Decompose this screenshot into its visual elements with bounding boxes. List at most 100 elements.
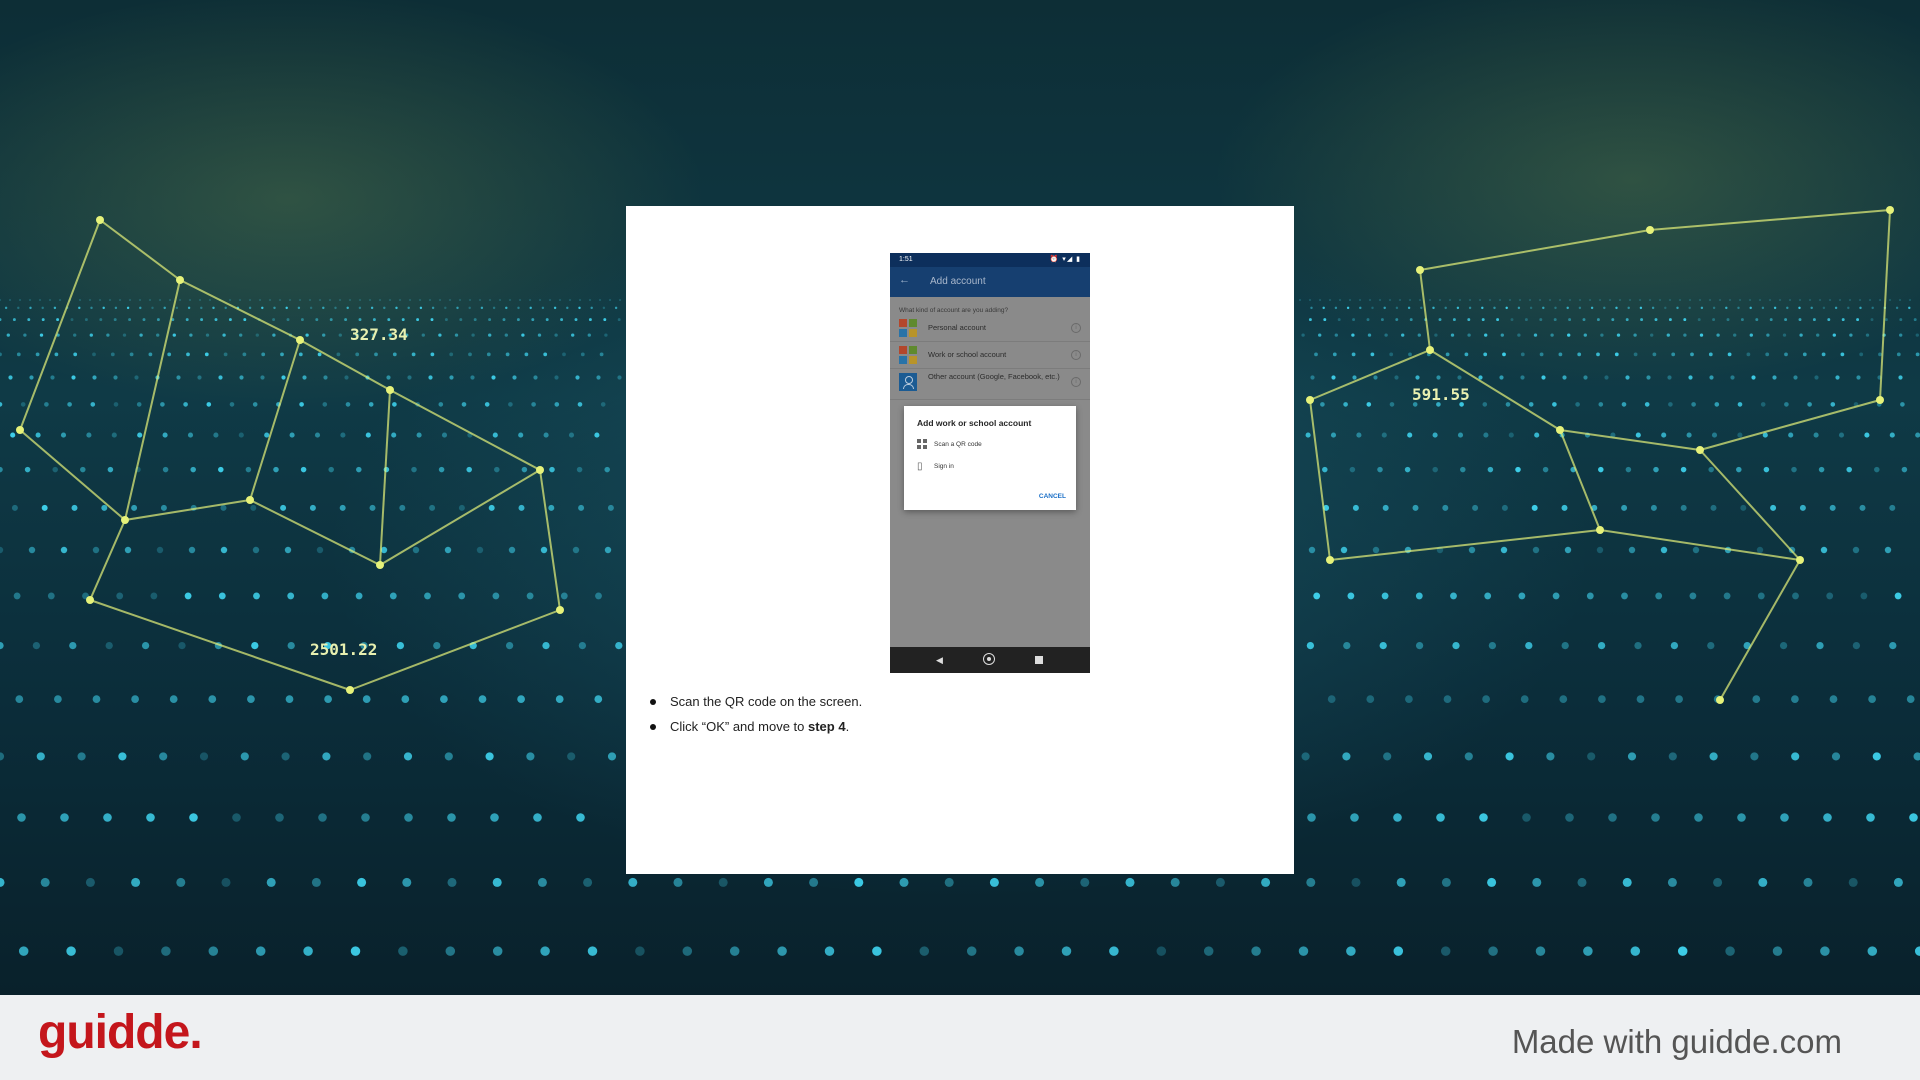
background-dot [1395,318,1399,322]
background-dot [1847,306,1850,310]
background-dot [77,752,86,761]
background-dot [505,641,514,650]
background-dot [1330,432,1337,438]
background-dot [1415,641,1424,650]
background-dot [1534,432,1540,438]
background-dot [1472,504,1479,511]
background-dot [1379,641,1387,650]
background-dot [1343,402,1348,407]
background-dot [119,299,121,301]
background-dot [1533,333,1538,337]
background-dot [1859,504,1866,511]
background-dot [1755,318,1759,322]
background-dot [1080,877,1090,887]
background-dot [70,318,74,322]
cancel-button[interactable]: CANCEL [1039,493,1066,500]
background-dot [317,352,322,357]
background-dot [777,946,787,956]
background-dot [614,306,618,310]
background-dot [1788,432,1794,438]
nav-home-icon[interactable] [983,653,995,665]
background-dot [1441,877,1451,887]
background-dot [516,318,520,322]
background-network-line [89,519,126,601]
background-dot [1813,432,1819,438]
background-dot [1913,752,1920,761]
background-dot [444,306,447,310]
background-dot [518,504,525,511]
background-dot [1456,306,1460,310]
background-dot [1770,504,1777,511]
background-dot [1818,466,1825,473]
background-dot [492,592,500,600]
background-dot [1629,299,1631,301]
background-dot [409,299,411,301]
nav-recent-apps-icon[interactable] [1035,656,1043,664]
background-dot [1752,695,1761,703]
background-dot [1615,306,1618,310]
background-dot [101,504,108,511]
background-dot [1733,333,1737,337]
background-dot [370,306,374,310]
background-dot [1359,299,1361,301]
background-dot [67,402,72,407]
background-dot [272,333,276,337]
background-dot [505,306,508,310]
background-dot [609,299,611,301]
background-dot [389,299,391,301]
background-dot [492,432,498,438]
background-dot [1332,352,1337,357]
background-dot [1893,877,1903,887]
background-dot [1784,318,1788,322]
account-option-work[interactable]: Work or school account i [890,342,1090,369]
background-dot [69,641,77,650]
nav-back-icon[interactable]: ◀ [936,655,943,666]
background-dot [404,813,413,822]
background-dot [1751,375,1756,380]
background-dot [1337,318,1341,322]
background-dot [131,695,139,703]
guidde-logo: guidde. [38,1006,203,1059]
account-option-personal[interactable]: Personal account i [890,315,1090,342]
background-dot [159,752,168,761]
background-dot [587,946,598,956]
background-dot [148,352,153,357]
background-dot [328,466,334,473]
background-network-line [1879,209,1891,401]
background-dot [416,318,420,322]
background-dot [1627,306,1630,310]
background-dot [518,432,524,438]
info-icon[interactable]: i [1071,377,1081,387]
background-dot [1467,333,1471,337]
info-icon[interactable]: i [1071,323,1081,333]
background-network-line [179,279,301,341]
background-dot [190,466,196,473]
background-dot [600,402,606,407]
background-dot [1633,333,1637,337]
background-dot [1803,877,1813,887]
background-dot [204,352,209,357]
background-dot [1827,318,1831,322]
background-dot [349,299,351,301]
background-dot [245,466,252,473]
background-dot [1468,546,1476,554]
background-dot [872,946,882,956]
background-dot [1860,592,1868,600]
account-option-other[interactable]: Other account (Google, Facebook, etc.) i [890,369,1090,400]
background-dot [488,504,495,511]
background-dot [1683,318,1687,322]
back-arrow-icon[interactable]: ← [899,274,910,286]
background-dot [1429,299,1431,301]
info-icon[interactable]: i [1071,350,1081,360]
background-dot [1577,352,1582,357]
background-dot [1452,641,1460,650]
background-dot [479,299,481,301]
background-dot [1439,299,1441,301]
background-dot [1310,306,1313,310]
background-dot [0,546,4,554]
background-dot [39,333,44,337]
background-dot [369,299,371,301]
background-dot [1867,946,1878,956]
background-dot [1524,318,1528,322]
instruction-text: Click “OK” and move to [670,719,808,734]
